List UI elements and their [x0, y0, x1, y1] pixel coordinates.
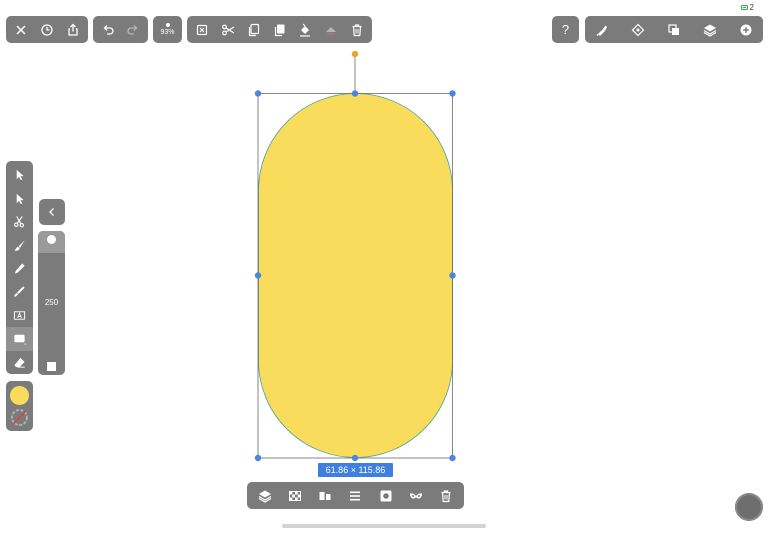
- align-icon: [319, 491, 331, 500]
- rotation-handle[interactable]: [351, 50, 359, 58]
- handle-right[interactable]: [449, 272, 456, 279]
- glasses-icon: [409, 492, 422, 499]
- handle-top[interactable]: [351, 90, 359, 97]
- delete-shape-button[interactable]: [434, 482, 458, 509]
- home-indicator[interactable]: [282, 524, 486, 528]
- handle-bottom[interactable]: [351, 454, 359, 462]
- handle-top-left[interactable]: [254, 90, 262, 97]
- checker-icon: [289, 490, 302, 501]
- opacity-button[interactable]: [283, 482, 307, 509]
- floating-action-button[interactable]: [735, 493, 763, 521]
- drawing-canvas[interactable]: [0, 0, 768, 533]
- handle-bottom-right[interactable]: [449, 454, 456, 462]
- shape-toolbar: [247, 482, 464, 509]
- distribute-button[interactable]: [343, 482, 367, 509]
- trash-icon: [441, 489, 451, 502]
- mask-icon: [380, 490, 392, 501]
- handle-bottom-left[interactable]: [254, 454, 262, 462]
- layer-order-button[interactable]: [253, 482, 277, 509]
- handle-left[interactable]: [254, 272, 262, 279]
- layer-stack-icon: [258, 490, 272, 503]
- capsule-shape[interactable]: [258, 93, 453, 458]
- mask-button[interactable]: [374, 482, 398, 509]
- selection-dimensions: 61.86 × 115.86: [318, 463, 393, 477]
- handle-top-right[interactable]: [449, 90, 456, 97]
- align-button[interactable]: [313, 482, 337, 509]
- effects-button[interactable]: [404, 482, 428, 509]
- distribute-icon: [350, 491, 361, 500]
